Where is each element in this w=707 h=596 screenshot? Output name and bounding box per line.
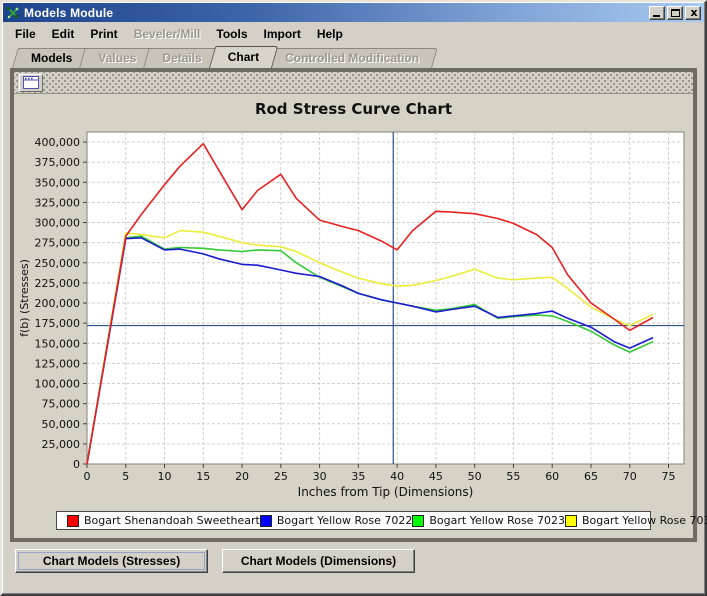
menu-help[interactable]: Help	[309, 24, 351, 44]
minimize-button[interactable]	[649, 6, 665, 20]
chart-window-toolbar-button[interactable]	[19, 74, 43, 92]
svg-text:50,000: 50,000	[42, 418, 81, 431]
chart-tab-content: Rod Stress Curve Chart 0 5 10 15 20 25 30 35 40 4…	[10, 68, 697, 542]
menu-edit[interactable]: Edit	[44, 24, 83, 44]
svg-text:275,000: 275,000	[35, 237, 81, 250]
window-title: Models Module	[24, 6, 649, 20]
x-axis-title: Inches from Tip (Dimensions)	[298, 485, 474, 499]
legend-entry-bogart-yellow-rose-7033: Bogart Yellow Rose 7033	[565, 514, 707, 527]
svg-text:200,000: 200,000	[35, 297, 81, 310]
footer-button-row: Chart Models (Stresses) Chart Models (Dim…	[3, 542, 704, 594]
svg-text:175,000: 175,000	[35, 317, 81, 330]
app-window: Models Module x FileEditPrintBeveler/Mil…	[0, 0, 707, 596]
svg-text:35: 35	[351, 470, 365, 483]
svg-text:40: 40	[390, 470, 404, 483]
tab-details: Details	[143, 48, 214, 68]
chart-toolbar	[14, 72, 693, 94]
legend-label: Bogart Shenandoah Sweetheart	[84, 514, 260, 527]
tab-label: Values	[98, 51, 136, 65]
menu-bar: FileEditPrintBeveler/MillToolsImportHelp	[3, 22, 704, 45]
chart-title: Rod Stress Curve Chart	[14, 100, 693, 120]
legend-label: Bogart Yellow Rose 7022	[277, 514, 413, 527]
maximize-button[interactable]	[667, 6, 683, 20]
window-controls: x	[649, 6, 701, 20]
app-icon	[6, 6, 20, 20]
tab-label: Models	[31, 51, 72, 65]
close-icon: x	[686, 6, 702, 19]
svg-text:225,000: 225,000	[35, 277, 81, 290]
legend-entry-bogart-yellow-rose-7022: Bogart Yellow Rose 7022	[260, 514, 413, 527]
svg-text:65: 65	[584, 470, 598, 483]
svg-text:250,000: 250,000	[35, 257, 81, 270]
tab-bar: Models Values Details Chart Controlled Modif…	[3, 45, 704, 68]
svg-text:60: 60	[545, 470, 559, 483]
tab-label: Details	[162, 51, 201, 65]
svg-text:30: 30	[313, 470, 327, 483]
svg-text:125,000: 125,000	[35, 357, 81, 370]
tab-label: Chart	[228, 50, 259, 64]
svg-text:300,000: 300,000	[35, 217, 81, 230]
menu-tools[interactable]: Tools	[208, 24, 255, 44]
legend-swatch	[67, 515, 79, 527]
svg-text:100,000: 100,000	[35, 378, 81, 391]
legend-swatch	[260, 515, 272, 527]
svg-text:0: 0	[73, 458, 80, 471]
window-icon	[23, 76, 39, 89]
chart-models-stresses-button[interactable]: Chart Models (Stresses)	[15, 549, 208, 573]
svg-text:150,000: 150,000	[35, 337, 81, 350]
menu-print[interactable]: Print	[82, 24, 125, 44]
chart-models-dimensions-button[interactable]: Chart Models (Dimensions)	[222, 549, 415, 573]
chart-panel: Rod Stress Curve Chart 0 5 10 15 20 25 30 35 40 4…	[14, 94, 693, 538]
legend-swatch	[565, 515, 577, 527]
plot-area	[87, 132, 684, 464]
legend-entry-bogart-shenandoah-sweetheart: Bogart Shenandoah Sweetheart	[67, 514, 260, 527]
svg-text:25: 25	[274, 470, 288, 483]
legend-entry-bogart-yellow-rose-7023: Bogart Yellow Rose 7023	[412, 514, 565, 527]
legend-label: Bogart Yellow Rose 7033	[582, 514, 707, 527]
svg-text:45: 45	[429, 470, 443, 483]
svg-text:75,000: 75,000	[42, 398, 81, 411]
svg-text:10: 10	[158, 470, 172, 483]
svg-text:5: 5	[122, 470, 129, 483]
tab-controlled-modification: Controlled Modification	[266, 48, 432, 68]
menu-file[interactable]: File	[7, 24, 44, 44]
legend-swatch	[412, 515, 424, 527]
title-bar: Models Module x	[3, 3, 704, 22]
tab-label: Controlled Modification	[285, 51, 419, 65]
svg-text:375,000: 375,000	[35, 156, 81, 169]
minimize-icon	[653, 15, 660, 17]
svg-text:350,000: 350,000	[35, 176, 81, 189]
svg-text:50: 50	[468, 470, 482, 483]
svg-text:55: 55	[506, 470, 520, 483]
svg-text:325,000: 325,000	[35, 196, 81, 209]
svg-text:15: 15	[196, 470, 210, 483]
svg-text:75: 75	[661, 470, 675, 483]
menu-beveler-mill: Beveler/Mill	[126, 24, 209, 44]
close-button[interactable]: x	[685, 6, 701, 20]
tab-chart[interactable]: Chart	[209, 46, 272, 68]
svg-text:400,000: 400,000	[35, 136, 81, 149]
maximize-icon	[671, 9, 680, 17]
svg-text:0: 0	[84, 470, 91, 483]
svg-text:25,000: 25,000	[42, 438, 81, 451]
legend-label: Bogart Yellow Rose 7023	[429, 514, 565, 527]
y-axis-title: f(b) (Stresses)	[18, 259, 31, 337]
svg-text:70: 70	[623, 470, 637, 483]
svg-text:20: 20	[235, 470, 249, 483]
chart-legend: Bogart Shenandoah Sweetheart Bogart Yello…	[56, 511, 651, 530]
stress-curve-chart[interactable]: 0 5 10 15 20 25 30 35 40 45 50 55 60 65 70 75 0 25,000 50,…	[14, 122, 694, 510]
tab-values: Values	[79, 48, 149, 68]
menu-import[interactable]: Import	[256, 24, 309, 44]
tab-models[interactable]: Models	[12, 48, 85, 68]
